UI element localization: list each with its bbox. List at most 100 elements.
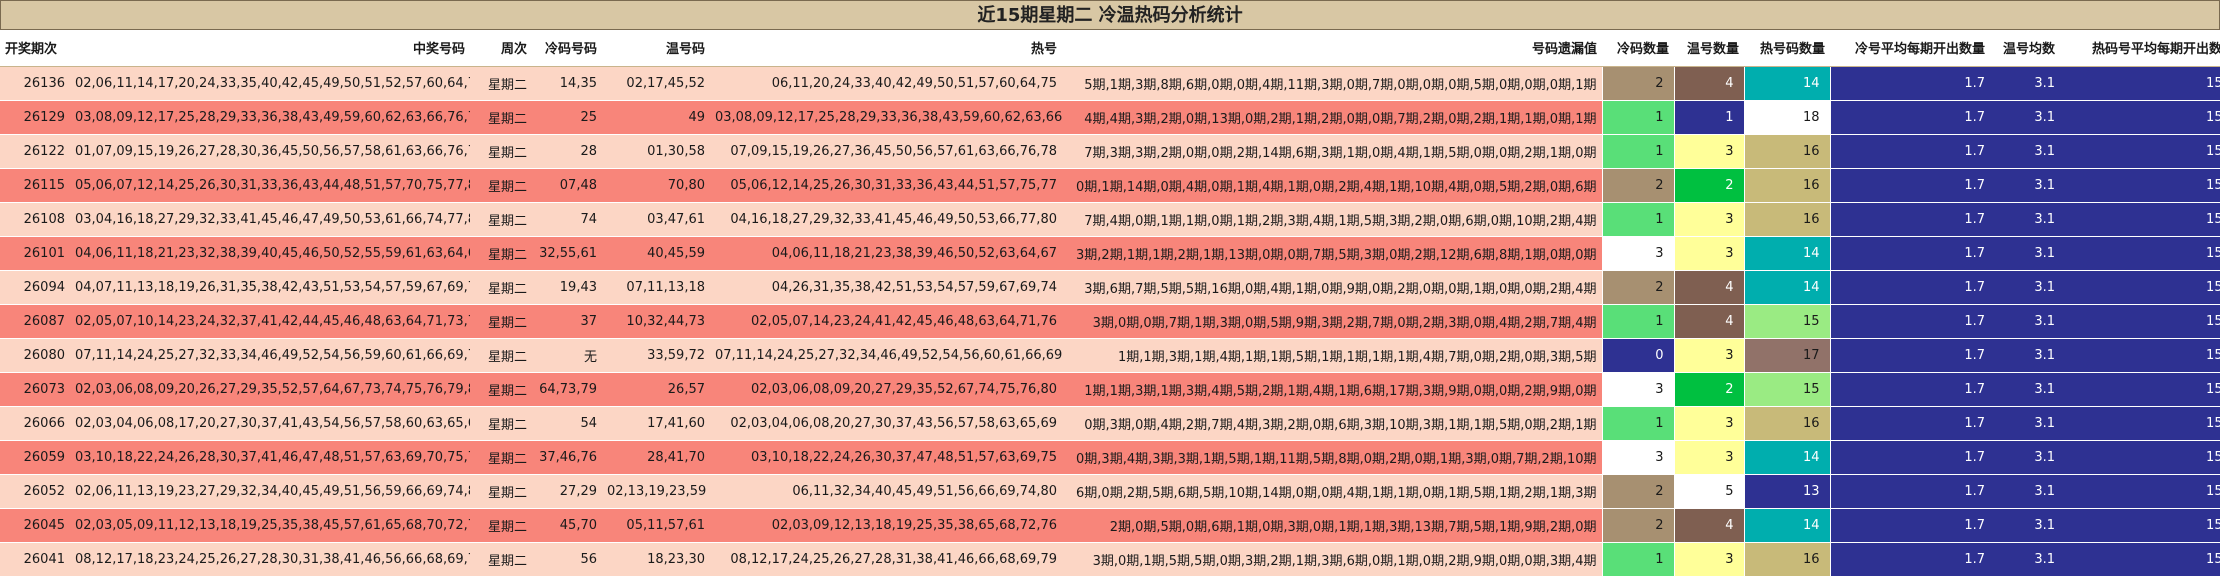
cell-warm-numbers[interactable]: 02,13,19,23,59 [602,473,710,508]
cell-winning-numbers[interactable]: 02,06,11,13,19,23,27,29,32,34,40,45,49,5… [70,473,470,508]
cell-winning-numbers[interactable]: 02,06,11,14,17,20,24,33,35,40,42,45,49,5… [70,65,470,100]
cell-avg-warm[interactable]: 3.1 [1990,371,2060,406]
cell-winning-numbers[interactable]: 01,07,09,15,19,26,27,28,30,36,45,50,56,5… [70,133,470,168]
cell-warm-count[interactable]: 3 [1673,133,1744,168]
cell-omission-values[interactable]: 3期,6期,7期,5期,5期,16期,0期,4期,1期,0期,9期,0期,2期,… [1062,269,1602,304]
cell-cold-numbers[interactable]: 28 [532,133,602,168]
cell-warm-numbers[interactable]: 33,59,72 [602,337,710,372]
cell-warm-numbers[interactable]: 70,80 [602,167,710,202]
cell-avg-hot[interactable]: 15.2 [2060,235,2220,270]
cell-warm-numbers[interactable]: 28,41,70 [602,439,710,474]
cell-warm-numbers[interactable]: 01,30,58 [602,133,710,168]
cell-warm-numbers[interactable]: 49 [602,99,710,134]
cell-period[interactable]: 26129 [0,99,70,134]
cell-period[interactable]: 26059 [0,439,70,474]
cell-warm-count[interactable]: 3 [1673,541,1744,576]
cell-winning-numbers[interactable]: 02,05,07,10,14,23,24,32,37,41,42,44,45,4… [70,303,470,338]
cell-cold-numbers[interactable]: 19,43 [532,269,602,304]
cell-avg-cold[interactable]: 1.7 [1829,405,1990,440]
cell-winning-numbers[interactable]: 03,10,18,22,24,26,28,30,37,41,46,47,48,5… [70,439,470,474]
cell-hot-numbers[interactable]: 03,08,09,12,17,25,28,29,33,36,38,43,59,6… [710,99,1062,134]
cell-avg-cold[interactable]: 1.7 [1829,99,1990,134]
cell-avg-warm[interactable]: 3.1 [1990,201,2060,236]
cell-warm-numbers[interactable]: 26,57 [602,371,710,406]
cell-avg-cold[interactable]: 1.7 [1829,303,1990,338]
cell-avg-warm[interactable]: 3.1 [1990,337,2060,372]
cell-avg-cold[interactable]: 1.7 [1829,201,1990,236]
cell-cold-count[interactable]: 2 [1601,473,1674,508]
cell-cold-numbers[interactable]: 37,46,76 [532,439,602,474]
cell-avg-hot[interactable]: 15.2 [2060,439,2220,474]
cell-hot-count[interactable]: 16 [1743,201,1830,236]
cell-winning-numbers[interactable]: 05,06,07,12,14,25,26,30,31,33,36,43,44,4… [70,167,470,202]
cell-hot-numbers[interactable]: 07,11,14,24,25,27,32,34,46,49,52,54,56,6… [710,337,1062,372]
cell-avg-hot[interactable]: 15.2 [2060,269,2220,304]
cell-omission-values[interactable]: 0期,1期,14期,0期,4期,0期,1期,4期,1期,0期,2期,4期,1期,… [1062,167,1602,202]
cell-omission-values[interactable]: 3期,0期,1期,5期,5期,0期,3期,2期,1期,3期,6期,0期,1期,0… [1062,541,1602,576]
cell-warm-count[interactable]: 3 [1673,201,1744,236]
cell-hot-count[interactable]: 16 [1743,541,1830,576]
cell-cold-count[interactable]: 0 [1601,337,1674,372]
cell-week[interactable]: 星期二 [470,65,532,100]
cell-cold-numbers[interactable]: 64,73,79 [532,371,602,406]
cell-avg-cold[interactable]: 1.7 [1829,65,1990,100]
cell-avg-cold[interactable]: 1.7 [1829,439,1990,474]
cell-warm-count[interactable]: 4 [1673,507,1744,542]
cell-avg-warm[interactable]: 3.1 [1990,269,2060,304]
cell-avg-warm[interactable]: 3.1 [1990,439,2060,474]
cell-period[interactable]: 26041 [0,541,70,576]
cell-avg-warm[interactable]: 3.1 [1990,133,2060,168]
cell-avg-hot[interactable]: 15.2 [2060,337,2220,372]
cell-week[interactable]: 星期二 [470,133,532,168]
cell-cold-count[interactable]: 2 [1601,167,1674,202]
cell-cold-numbers[interactable]: 无 [532,337,602,372]
cell-hot-count[interactable]: 14 [1743,507,1830,542]
cell-omission-values[interactable]: 6期,0期,2期,5期,6期,5期,10期,14期,0期,0期,4期,1期,1期… [1062,473,1602,508]
cell-avg-hot[interactable]: 15.2 [2060,99,2220,134]
cell-avg-cold[interactable]: 1.7 [1829,235,1990,270]
cell-period[interactable]: 26108 [0,201,70,236]
cell-warm-count[interactable]: 5 [1673,473,1744,508]
cell-hot-numbers[interactable]: 02,03,09,12,13,18,19,25,35,38,65,68,72,7… [710,507,1062,542]
cell-omission-values[interactable]: 7期,4期,0期,1期,1期,0期,1期,2期,3期,4期,1期,5期,3期,2… [1062,201,1602,236]
cell-omission-values[interactable]: 5期,1期,3期,8期,6期,0期,0期,4期,11期,3期,0期,7期,0期,… [1062,65,1602,100]
cell-week[interactable]: 星期二 [470,337,532,372]
cell-avg-hot[interactable]: 15.2 [2060,473,2220,508]
cell-hot-numbers[interactable]: 02,05,07,14,23,24,41,42,45,46,48,63,64,7… [710,303,1062,338]
cell-period[interactable]: 26115 [0,167,70,202]
cell-week[interactable]: 星期二 [470,99,532,134]
cell-avg-hot[interactable]: 15.2 [2060,133,2220,168]
cell-warm-count[interactable]: 2 [1673,371,1744,406]
cell-period[interactable]: 26101 [0,235,70,270]
col-header-warm[interactable]: 温号码 [602,30,710,67]
cell-omission-values[interactable]: 0期,3期,0期,4期,2期,7期,4期,3期,2期,0期,6期,3期,10期,… [1062,405,1602,440]
cell-avg-cold[interactable]: 1.7 [1829,541,1990,576]
cell-cold-count[interactable]: 1 [1601,201,1674,236]
cell-period[interactable]: 26080 [0,337,70,372]
cell-warm-numbers[interactable]: 40,45,59 [602,235,710,270]
cell-cold-count[interactable]: 1 [1601,133,1674,168]
cell-omission-values[interactable]: 2期,0期,5期,0期,6期,1期,0期,3期,0期,1期,1期,3期,13期,… [1062,507,1602,542]
cell-period[interactable]: 26066 [0,405,70,440]
cell-period[interactable]: 26073 [0,371,70,406]
cell-warm-count[interactable]: 4 [1673,269,1744,304]
cell-winning-numbers[interactable]: 03,04,16,18,27,29,32,33,41,45,46,47,49,5… [70,201,470,236]
cell-hot-count[interactable]: 15 [1743,371,1830,406]
cell-period[interactable]: 26122 [0,133,70,168]
cell-period[interactable]: 26087 [0,303,70,338]
cell-cold-numbers[interactable]: 45,70 [532,507,602,542]
cell-hot-count[interactable]: 15 [1743,303,1830,338]
cell-hot-count[interactable]: 16 [1743,405,1830,440]
cell-avg-warm[interactable]: 3.1 [1990,507,2060,542]
cell-avg-warm[interactable]: 3.1 [1990,405,2060,440]
cell-winning-numbers[interactable]: 02,03,05,09,11,12,13,18,19,25,35,38,45,5… [70,507,470,542]
cell-omission-values[interactable]: 0期,3期,4期,3期,3期,1期,5期,1期,11期,5期,8期,0期,2期,… [1062,439,1602,474]
cell-avg-hot[interactable]: 15.2 [2060,167,2220,202]
cell-cold-numbers[interactable]: 14,35 [532,65,602,100]
cell-warm-numbers[interactable]: 18,23,30 [602,541,710,576]
cell-cold-count[interactable]: 1 [1601,541,1674,576]
cell-avg-cold[interactable]: 1.7 [1829,371,1990,406]
cell-cold-numbers[interactable]: 56 [532,541,602,576]
cell-warm-numbers[interactable]: 03,47,61 [602,201,710,236]
cell-avg-hot[interactable]: 15.2 [2060,541,2220,576]
